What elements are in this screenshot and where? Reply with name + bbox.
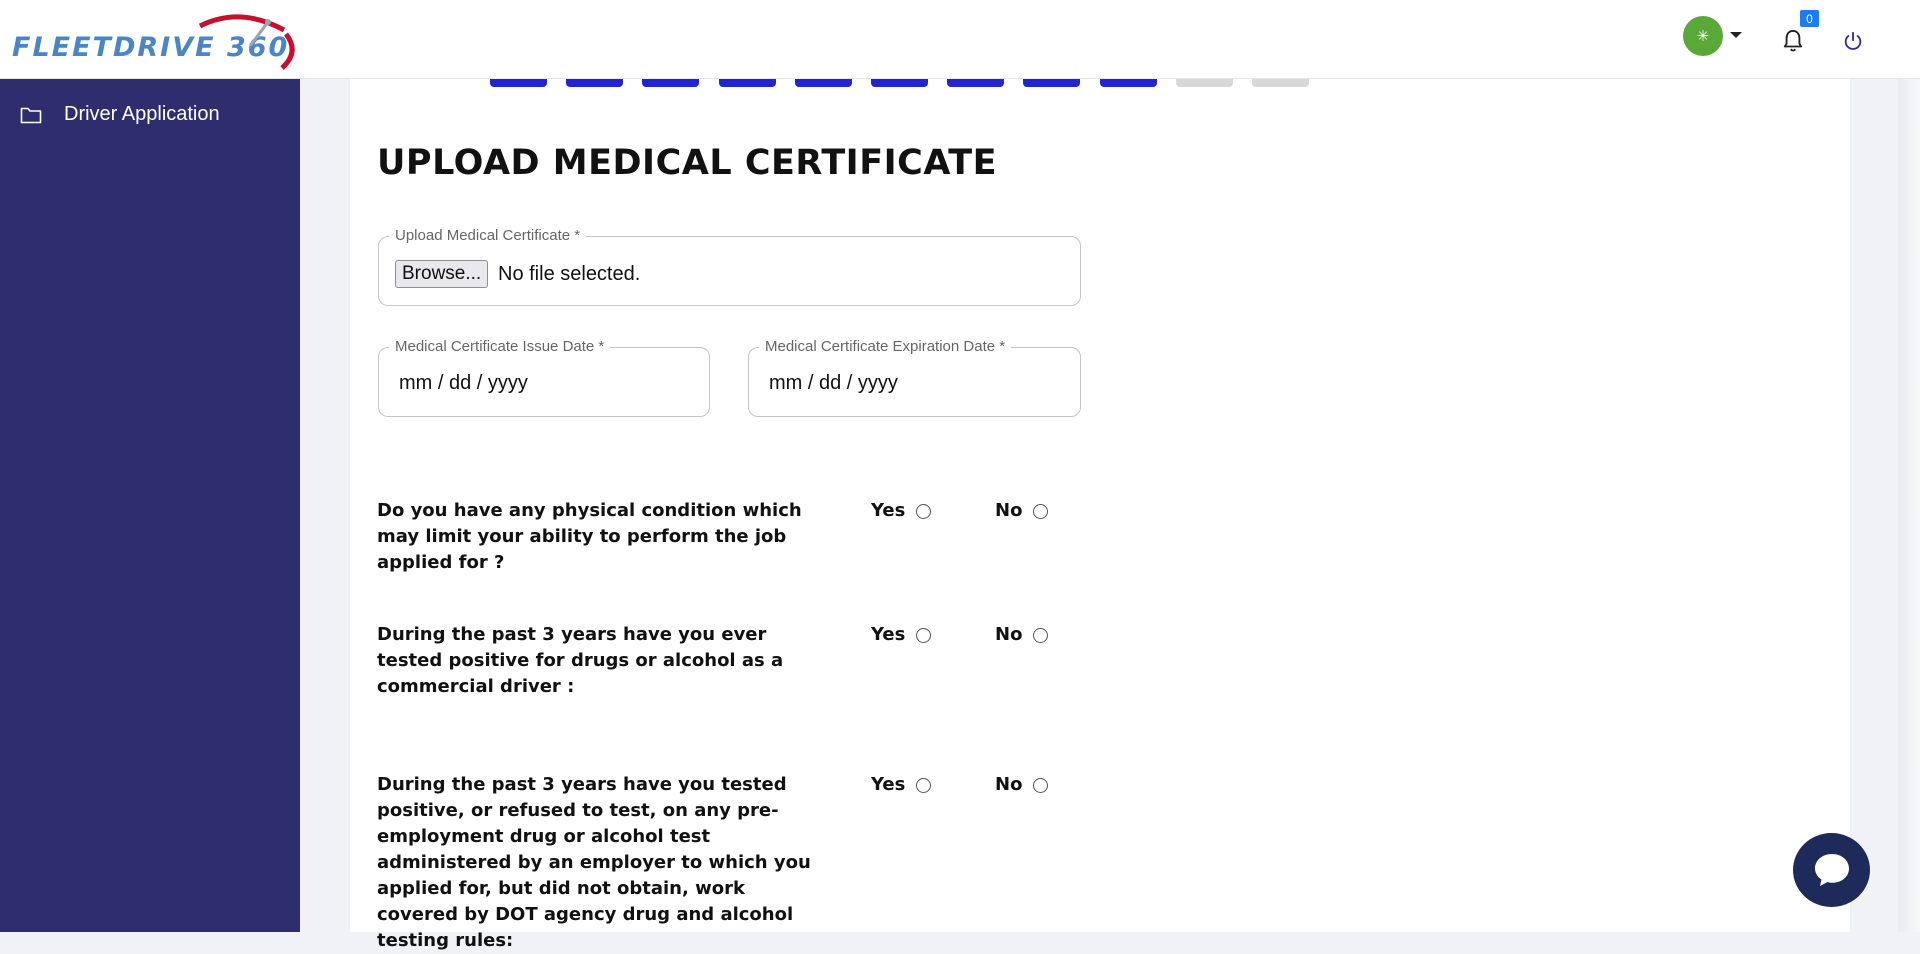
q3-no-radio[interactable] — [1033, 778, 1048, 793]
avatar-glyph: ✳ — [1696, 28, 1710, 45]
fleetdrive-logo[interactable]: FLEETDRIVE 360 — [10, 12, 295, 70]
q3-yes-radio[interactable] — [916, 778, 931, 793]
q3-no-label: No — [995, 774, 1023, 795]
user-avatar[interactable]: ✳ — [1683, 16, 1723, 56]
bell-icon[interactable] — [1782, 29, 1804, 53]
progress-step-8 — [1023, 79, 1080, 87]
expiration-date-label: Medical Certificate Expiration Date * — [759, 339, 1012, 355]
notification-badge: 0 — [1800, 10, 1819, 27]
progress-step-11 — [1252, 79, 1309, 87]
question-physical-condition: Do you have any physical condition which… — [377, 500, 802, 573]
q2-no-label: No — [995, 624, 1023, 645]
q1-yes-label: Yes — [871, 500, 906, 521]
sidebar-item-driver-application[interactable]: Driver Application — [20, 103, 220, 126]
progress-step-9 — [1100, 79, 1157, 87]
power-icon[interactable] — [1842, 30, 1864, 52]
caret-down-icon[interactable] — [1730, 32, 1742, 38]
chat-widget-button[interactable] — [1793, 833, 1870, 907]
q2-no-radio[interactable] — [1033, 628, 1048, 643]
progress-step-2 — [566, 79, 623, 87]
expiration-date-field[interactable]: Medical Certificate Expiration Date * mm… — [748, 339, 1081, 417]
progress-step-7 — [947, 79, 1004, 87]
expiration-date-input[interactable]: mm / dd / yyyy — [769, 370, 898, 396]
issue-date-label: Medical Certificate Issue Date * — [389, 339, 611, 355]
progress-step-5 — [795, 79, 852, 87]
q1-no-label: No — [995, 500, 1023, 521]
browse-button[interactable]: Browse... — [395, 260, 489, 288]
progress-step-1 — [490, 79, 547, 87]
q1-yes-radio[interactable] — [916, 504, 931, 519]
file-status-text: No file selected. — [498, 263, 641, 285]
sidebar-item-label: Driver Application — [64, 103, 220, 125]
q3-yes-label: Yes — [871, 774, 906, 795]
progress-step-3 — [642, 79, 699, 87]
issue-date-field[interactable]: Medical Certificate Issue Date * mm / dd… — [378, 339, 710, 417]
speedometer-icon — [198, 14, 295, 70]
upload-medical-certificate-field: Upload Medical Certificate * Browse... N… — [378, 228, 1081, 306]
q2-yes-label: Yes — [871, 624, 906, 645]
sidebar: Driver Application — [0, 79, 300, 932]
progress-step-6 — [871, 79, 928, 87]
scroll-strip — [1898, 79, 1920, 932]
q1-no-radio[interactable] — [1033, 504, 1048, 519]
q2-yes-radio[interactable] — [916, 628, 931, 643]
question-pre-employment-test: During the past 3 years have you tested … — [377, 774, 811, 951]
question-tested-positive: During the past 3 years have you ever te… — [377, 624, 784, 697]
upload-field-label: Upload Medical Certificate * — [389, 228, 587, 244]
progress-step-4 — [719, 79, 776, 87]
chat-bubble-icon — [1814, 854, 1849, 886]
folder-icon — [20, 107, 42, 123]
top-header: FLEETDRIVE 360 ✳ 0 — [0, 0, 1920, 79]
progress-step-10 — [1176, 79, 1233, 87]
issue-date-input[interactable]: mm / dd / yyyy — [399, 370, 528, 396]
page-title: UPLOAD MEDICAL CERTIFICATE — [377, 143, 997, 183]
